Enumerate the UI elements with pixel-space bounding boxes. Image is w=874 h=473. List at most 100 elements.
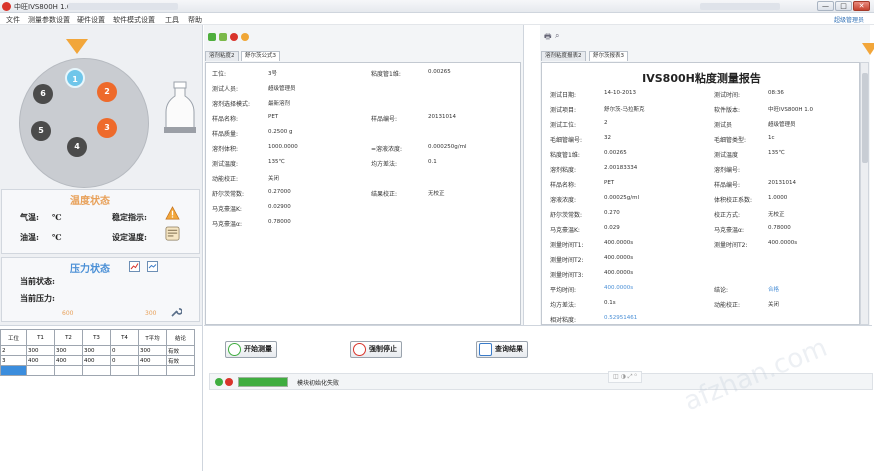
col-header-t1[interactable]: T1	[26, 329, 55, 346]
status-message: 模块初始化失败	[297, 380, 340, 387]
report-label: 溶液浓度:	[550, 197, 577, 204]
pressure-status-panel: 压力状态 当前状态: 当前压力: 600 300	[1, 257, 200, 322]
export-excel-icon[interactable]	[208, 33, 216, 41]
tab-solvent-viscosity[interactable]: 溶剂粘度2	[205, 51, 239, 61]
table-cell[interactable]: 400	[26, 355, 55, 366]
table-cell[interactable]: 400	[138, 355, 167, 366]
menu-tools[interactable]: 工具	[165, 15, 179, 25]
table-cell[interactable]	[110, 365, 139, 376]
status-stop-icon[interactable]	[225, 378, 233, 386]
oil-temp-label: 油温:	[20, 232, 39, 242]
report-value: 400.0000s	[604, 240, 634, 246]
field-value[interactable]: 20131014	[428, 114, 456, 120]
carousel-position-2[interactable]: 2	[97, 82, 117, 102]
field-value[interactable]: 0.2500 g	[268, 129, 292, 135]
col-header-t4[interactable]: T4	[110, 329, 139, 346]
query-results-button[interactable]: 查询结果	[476, 341, 528, 358]
close-button[interactable]: ✕	[853, 1, 870, 11]
refresh-icon[interactable]	[241, 33, 249, 41]
col-header-station[interactable]: 工位	[0, 329, 27, 346]
save-icon[interactable]	[219, 33, 227, 41]
report-scrollbar-thumb[interactable]	[862, 73, 868, 163]
menu-help[interactable]: 帮助	[188, 15, 202, 25]
report-label: 软件版本:	[714, 107, 741, 114]
maximize-button[interactable]: □	[835, 1, 852, 11]
pressure-trend-icon[interactable]	[129, 261, 140, 272]
current-state-label: 当前状态:	[20, 276, 55, 286]
start-measure-button[interactable]: 开始测量	[225, 341, 277, 358]
table-row[interactable]: 3 400 400 400 0 400 有效	[0, 355, 195, 366]
tab-schulz-report[interactable]: 舒尔茨报表3	[589, 51, 628, 61]
field-value[interactable]: 0.000250g/ml	[428, 144, 466, 150]
zoom-controls[interactable]: ◫ ◑ ⤢ ⁰	[608, 371, 642, 383]
wrench-icon[interactable]	[170, 306, 182, 318]
table-cell[interactable]: 有效	[166, 345, 195, 356]
col-header-t-avg[interactable]: T平均	[138, 329, 167, 346]
carousel-position-6[interactable]: 6	[33, 84, 53, 104]
table-cell[interactable]: 0	[110, 345, 139, 356]
table-cell[interactable]: 300	[138, 345, 167, 356]
report-label: 舒尔茨常数:	[550, 212, 583, 219]
field-value[interactable]: 3号	[268, 69, 277, 77]
col-header-conclusion[interactable]: 结论	[166, 329, 195, 346]
field-value[interactable]: 0.78000	[268, 219, 291, 225]
pressure-chart-icon[interactable]	[147, 261, 158, 272]
minimize-button[interactable]: —	[817, 1, 834, 11]
table-cell[interactable]: 300	[26, 345, 55, 356]
report-scrollbar[interactable]	[860, 62, 869, 325]
menu-hardware[interactable]: 硬件设置	[77, 15, 105, 25]
field-value[interactable]: 最新溶剂	[268, 99, 290, 107]
menu-file[interactable]: 文件	[6, 15, 20, 25]
table-row[interactable]: 2 300 300 300 0 300 有效	[0, 345, 195, 356]
field-value[interactable]: 关闭	[268, 174, 279, 182]
table-cell[interactable]: 有效	[166, 355, 195, 366]
table-cell[interactable]	[166, 365, 195, 376]
carousel-position-3[interactable]: 3	[97, 118, 117, 138]
delete-icon[interactable]	[230, 33, 238, 41]
current-user[interactable]: 超级管理员	[834, 15, 864, 24]
report-label: 体积校正系数:	[714, 197, 753, 204]
field-value[interactable]: 无校正	[428, 189, 445, 197]
force-stop-button[interactable]: 强制停止	[350, 341, 402, 358]
table-cell[interactable]: 3	[0, 355, 27, 366]
field-value[interactable]: 0.02900	[268, 204, 291, 210]
print-icon[interactable]: 🖶	[544, 31, 552, 45]
table-cell[interactable]: 0	[110, 355, 139, 366]
tab-solvent-viscosity-report[interactable]: 溶剂粘度报表2	[541, 51, 586, 61]
table-cell[interactable]: 400	[54, 355, 83, 366]
report-label: 测试温度	[714, 152, 739, 159]
table-cell[interactable]: 300	[54, 345, 83, 356]
carousel-position-5[interactable]: 5	[31, 121, 51, 141]
table-cell[interactable]	[82, 365, 111, 376]
search-icon[interactable]: ⌕	[555, 31, 559, 41]
field-value[interactable]: 超级管理员	[268, 84, 296, 92]
sample-carousel: 1 2 3 4 5 6	[19, 58, 149, 188]
table-cell[interactable]: 400	[82, 355, 111, 366]
table-cell-selected[interactable]	[0, 365, 27, 376]
carousel-position-4[interactable]: 4	[67, 137, 87, 157]
col-header-t2[interactable]: T2	[54, 329, 83, 346]
col-header-t3[interactable]: T3	[82, 329, 111, 346]
field-value[interactable]: PET	[268, 114, 278, 120]
report-value: 2	[604, 120, 608, 126]
tab-schulz-formula[interactable]: 舒尔茨公式3	[241, 51, 280, 61]
table-cell[interactable]: 300	[82, 345, 111, 356]
status-play-icon[interactable]	[215, 378, 223, 386]
field-value[interactable]: 0.27000	[268, 189, 291, 195]
carousel-position-1[interactable]: 1	[65, 68, 85, 88]
table-cell[interactable]	[26, 365, 55, 376]
table-cell[interactable]	[138, 365, 167, 376]
menu-software-mode[interactable]: 软件模式设置	[113, 15, 155, 25]
table-header-row: 工位 T1 T2 T3 T4 T平均 结论	[0, 329, 195, 346]
field-value[interactable]: 0.1	[428, 159, 437, 165]
report-value: 中旺IVS800H 1.0	[768, 107, 814, 113]
set-temperature-icon[interactable]	[165, 226, 180, 241]
menu-measure-params[interactable]: 测量参数设置	[28, 15, 70, 25]
table-cell[interactable]	[54, 365, 83, 376]
table-row-new[interactable]	[0, 365, 195, 376]
table-cell[interactable]: 2	[0, 345, 27, 356]
field-value[interactable]: 135℃	[268, 159, 285, 165]
field-value[interactable]: 0.00265	[428, 69, 451, 75]
field-label: 马克豪温K:	[212, 206, 242, 213]
field-value[interactable]: 1000.0000	[268, 144, 298, 150]
